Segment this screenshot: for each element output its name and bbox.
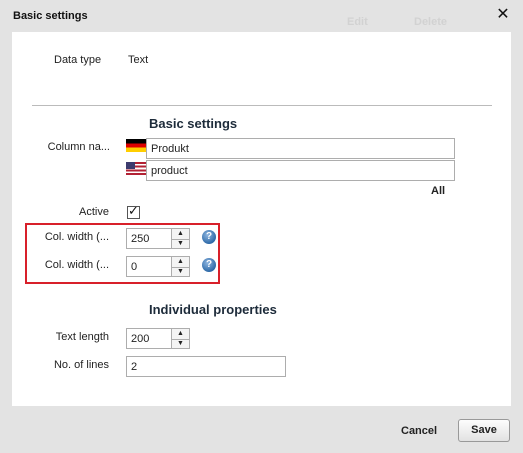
basic-settings-dialog: Basic settings Edit Delete ✕ Data type T… — [0, 0, 523, 453]
dialog-content: Data type Text Basic settings Column na.… — [12, 32, 511, 406]
text-length-input[interactable] — [126, 328, 172, 349]
text-length-label: Text length — [55, 331, 109, 343]
section-divider — [32, 105, 492, 106]
basic-settings-heading: Basic settings — [149, 116, 238, 131]
save-button[interactable]: Save — [458, 419, 510, 442]
active-label: Active — [79, 206, 109, 218]
cancel-button[interactable]: Cancel — [401, 425, 437, 437]
background-edit-text: Edit — [347, 16, 368, 28]
column-name-de-input[interactable] — [146, 138, 455, 159]
german-flag-icon — [126, 139, 146, 152]
all-languages-link[interactable]: All — [431, 185, 445, 197]
data-type-value: Text — [128, 54, 149, 66]
active-checkbox[interactable]: ✓ — [127, 203, 140, 219]
data-type-label: Data type — [54, 54, 102, 66]
spin-down-icon[interactable]: ▼ — [172, 339, 189, 349]
column-name-en-input[interactable] — [146, 160, 455, 181]
close-icon[interactable]: ✕ — [495, 5, 511, 25]
dialog-title: Basic settings — [13, 10, 88, 22]
us-flag-icon — [126, 162, 146, 175]
no-of-lines-input[interactable] — [126, 356, 286, 377]
column-name-label: Column na... — [47, 141, 110, 153]
col-width-highlight-box — [25, 223, 220, 284]
individual-properties-heading: Individual properties — [149, 302, 277, 317]
dialog-titlebar: Basic settings Edit Delete ✕ — [0, 0, 523, 32]
text-length-stepper: ▲ ▼ — [172, 328, 190, 349]
no-of-lines-label: No. of lines — [53, 359, 109, 371]
background-delete-text: Delete — [414, 16, 448, 28]
check-icon: ✓ — [128, 203, 139, 218]
